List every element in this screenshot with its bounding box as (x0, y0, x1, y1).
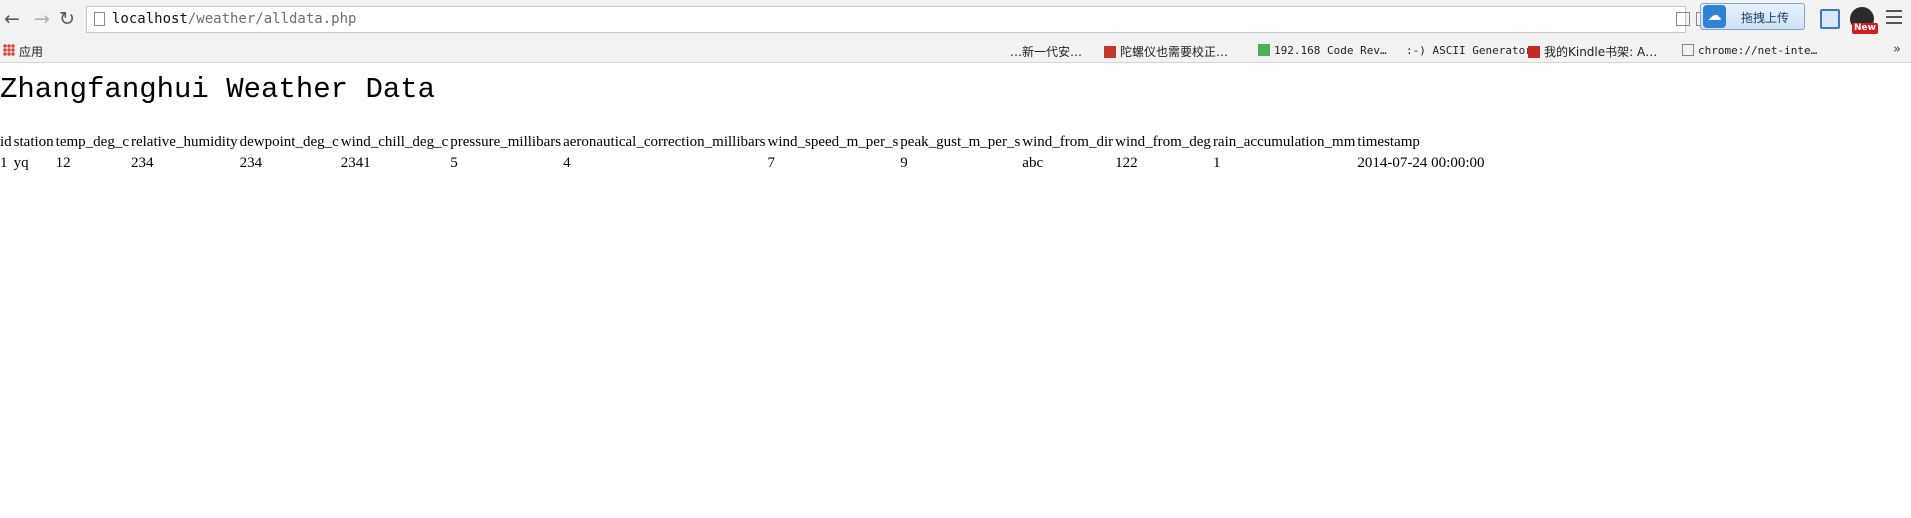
new-badge: New (1852, 23, 1878, 34)
column-header: wind_from_dir (1022, 134, 1114, 150)
table-cell: 12 (55, 155, 71, 171)
table-cell: 9 (900, 155, 908, 171)
column-header: id (0, 134, 12, 150)
table-cell: 234 (130, 155, 154, 171)
upload-icon: ☁ (1703, 5, 1726, 28)
column-header: temp_deg_c (55, 134, 129, 150)
table-cell: 4 (563, 155, 571, 171)
bookmark-item[interactable]: :-) ASCII Generator (1406, 43, 1532, 57)
column-header: pressure_millibars (450, 134, 562, 150)
bookmark-item[interactable]: 192.168 Code Rev… (1258, 43, 1387, 57)
bookmark-label: 陀螺仪也需要校正… (1120, 45, 1229, 59)
table-cell: 2014-07-24 00:00:00 (1357, 155, 1485, 171)
column-header: aeronautical_correction_millibars (563, 134, 766, 150)
column-header: wind_from_deg (1115, 134, 1211, 150)
table-cell: 234 (239, 155, 263, 171)
bookmark-item[interactable]: …新一代安… (1010, 43, 1082, 60)
forward-icon[interactable]: → (30, 7, 54, 31)
apps-icon[interactable] (3, 44, 15, 56)
bookmark-label: 我的Kindle书架: A… (1544, 45, 1658, 59)
page-icon (94, 12, 105, 26)
table-cell: 5 (450, 155, 458, 171)
bookmark-apps[interactable]: 应用 (19, 43, 43, 60)
table-header-row: id station temp_deg_c relative_humidity … (0, 132, 1484, 153)
table-cell: 1 (0, 155, 8, 171)
bookmark-label: chrome://net-inte… (1698, 44, 1818, 57)
upload-button[interactable]: ☁ 拖拽上传 (1700, 3, 1805, 30)
table-cell: abc (1022, 155, 1044, 171)
bookmark-item[interactable]: 陀螺仪也需要校正… (1104, 43, 1228, 60)
url-host: localhost (112, 11, 188, 27)
bookmark-label: …新一代安… (1010, 45, 1083, 59)
weather-data-table: id station temp_deg_c relative_humidity … (0, 132, 1486, 174)
column-header: wind_speed_m_per_s (767, 134, 899, 150)
column-header: timestamp (1357, 134, 1420, 150)
back-icon[interactable]: ← (0, 7, 24, 31)
table-cell: 1 (1212, 155, 1221, 171)
table-cell: 7 (767, 155, 775, 171)
url-path: /weather/alldata.php (187, 11, 357, 27)
page-title: Zhangfanghui Weather Data (0, 73, 436, 106)
bookmark-favicon-icon (1258, 44, 1270, 56)
reload-icon[interactable]: ↻ (55, 7, 79, 31)
table-cell: 122 (1115, 155, 1138, 171)
bookmarks-overflow-button[interactable]: » (1893, 42, 1901, 57)
table-cell: 2341 (340, 155, 371, 171)
column-header: peak_gust_m_per_s (900, 134, 1021, 150)
bookmark-label: 192.168 Code Rev… (1274, 44, 1387, 57)
menu-icon[interactable] (1886, 10, 1902, 26)
bookmark-item[interactable]: 我的Kindle书架: A… (1528, 43, 1657, 60)
bookmark-label: :-) ASCII Generator (1406, 44, 1532, 57)
column-header: wind_chill_deg_c (340, 134, 449, 150)
bookmark-item[interactable]: chrome://net-inte… (1682, 43, 1817, 57)
column-header: relative_humidity (130, 134, 238, 150)
bookmarks-bar: 应用 …新一代安… 陀螺仪也需要校正… 192.168 Code Rev… :-… (0, 39, 1911, 63)
upload-label: 拖拽上传 (1741, 11, 1790, 25)
bookmark-favicon-icon (1528, 46, 1540, 58)
address-bar[interactable]: localhost/weather/alldata.php (86, 6, 1710, 33)
column-header: dewpoint_deg_c (239, 134, 339, 150)
screen-capture-icon[interactable] (1820, 9, 1840, 29)
column-header: rain_accumulation_mm (1212, 134, 1356, 150)
table-cell: yq (13, 155, 29, 171)
column-header: station (13, 134, 54, 150)
browser-toolbar: ← → ↻ localhost/weather/alldata.php ☁ 拖拽… (0, 0, 1911, 39)
translate-icon[interactable] (1676, 12, 1690, 26)
table-row: 1 yq 12 234 234 2341 5 4 7 9 abc 122 1 2… (0, 153, 1484, 174)
page-icon (1682, 44, 1694, 56)
url-text[interactable]: localhost/weather/alldata.php (112, 11, 356, 27)
bookmark-favicon-icon (1104, 46, 1116, 58)
